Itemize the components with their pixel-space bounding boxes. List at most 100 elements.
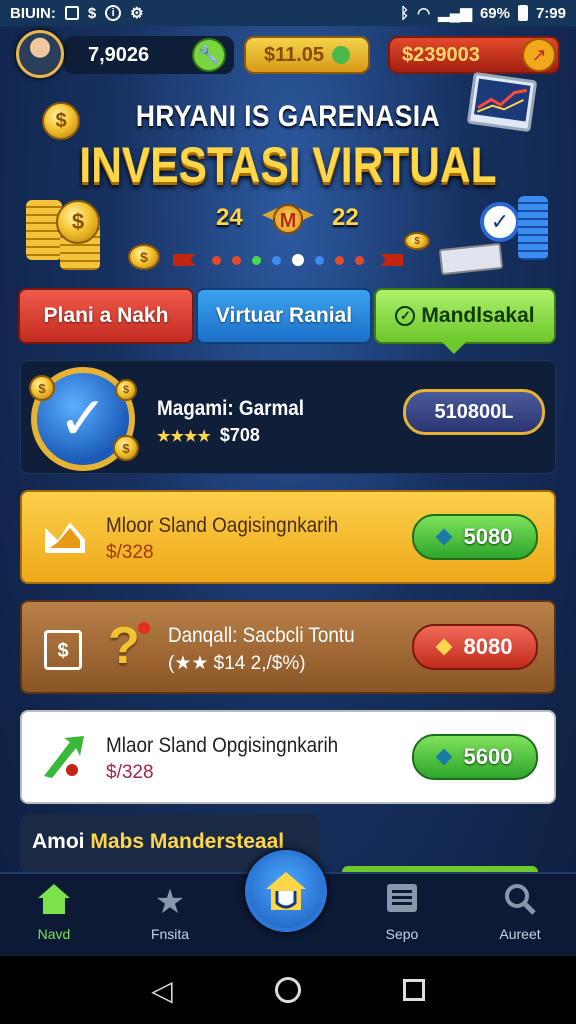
card-title: Mloor Sland Oagisingnkarih <box>106 514 339 537</box>
newspaper-icon <box>352 882 452 926</box>
home-icon <box>4 882 104 926</box>
center-home-button[interactable] <box>245 850 327 932</box>
chart-growth-icon <box>44 518 88 554</box>
carrier-text: BIUIN: <box>10 4 56 22</box>
question-mark-icon: ? <box>108 617 140 675</box>
tab-label: Virtuar Ranial <box>215 304 353 327</box>
wifi-icon: ◠ <box>417 5 431 22</box>
card-rating: ★★★★ $708 <box>157 425 260 446</box>
tab-label: Mandlsakal <box>421 304 535 327</box>
buy-button[interactable]: 5080 <box>412 514 538 560</box>
bottom-navigation: Navd ★ Fnsita Sepo Aureet <box>0 850 576 956</box>
buy-button-label: 8080 <box>463 634 513 659</box>
top-bar: 7,9026 🔧 $11.05 $239003 ↗ <box>14 30 562 78</box>
badge-letter: M <box>273 204 303 234</box>
rating-stars: ★★★★ <box>157 428 211 445</box>
balance-value: 7,9026 <box>88 43 150 66</box>
carousel-dots[interactable] <box>0 254 576 266</box>
card-price: (★★ $14 2,/$%) <box>168 653 306 674</box>
buy-button-label: 5600 <box>463 744 513 769</box>
back-icon[interactable]: ◁ <box>151 974 173 1007</box>
carousel-dot[interactable] <box>252 255 261 265</box>
card-title: Amoi Mabs Mandersteaal <box>32 830 284 854</box>
buy-button-label: 5080 <box>463 524 513 549</box>
nav-item-favorites[interactable]: ★ Fnsita <box>120 882 220 942</box>
coin-decoration-icon: $ <box>29 375 55 401</box>
add-coins-icon <box>332 46 351 64</box>
nav-item-search[interactable]: Aureet <box>470 882 570 942</box>
signal-icon: ▂▄▆ <box>438 5 472 22</box>
info-icon: i <box>105 5 122 21</box>
investment-card[interactable]: Mlaor Sland Opgisingnkarih $/328 5600 <box>20 710 556 804</box>
star-icon: ★ <box>154 883 186 921</box>
recents-icon[interactable] <box>402 979 425 1001</box>
category-tabs: Plani a Nakh Virtuar Ranial ✓ Mandlsakal <box>18 288 558 344</box>
battery-icon <box>517 5 528 21</box>
card-price: $708 <box>219 425 260 445</box>
green-arrow-icon <box>40 732 90 782</box>
app-screen: BIUIN: $ i ⚙ ᛒ ◠ ▂▄▆ 69% 7:99 7,9026 🔧 $… <box>0 0 576 1024</box>
banner-subtitle: HRYANI IS GARENASIA <box>135 100 441 133</box>
card-title-prefix: Amoi <box>32 830 85 853</box>
clock: 7:99 <box>535 4 566 22</box>
badge-left-number: 24 <box>216 204 243 231</box>
coin-decoration-icon: $ <box>404 232 430 250</box>
upgrade-arrow-button[interactable]: ↗ <box>522 38 556 72</box>
tab-mandlsakal[interactable]: ✓ Mandlsakal <box>374 288 556 344</box>
avatar[interactable] <box>16 30 64 78</box>
badge-right-number: 22 <box>332 204 359 231</box>
carousel-dot-active[interactable] <box>292 254 304 266</box>
badge-emblem-icon: M <box>262 198 314 240</box>
nav-item-news[interactable]: Sepo <box>352 882 452 942</box>
card-title: Mlaor Sland Opgisingnkarih <box>106 734 339 757</box>
battery-text: 69% <box>479 4 510 22</box>
blue-chip-stack-icon <box>518 196 548 260</box>
coins-pill[interactable]: $11.05 <box>244 36 370 74</box>
featured-investment-card[interactable]: ✓ $ $ $ Magami: Garmal ★★★★ $708 510800L <box>20 360 556 474</box>
status-bar: BIUIN: $ i ⚙ ᛒ ◠ ▂▄▆ 69% 7:99 <box>0 0 576 26</box>
carousel-dot[interactable] <box>315 255 324 265</box>
nav-label: Sepo <box>385 926 419 942</box>
gear-icon: ⚙ <box>130 5 144 22</box>
carousel-dot[interactable] <box>335 255 344 265</box>
invest-amount-button[interactable]: 510800L <box>403 389 545 435</box>
card-title-highlight: Mabs Mandersteaal <box>90 830 285 853</box>
gem-icon <box>435 638 453 656</box>
money-value: $239003 <box>402 43 480 66</box>
wrench-button[interactable]: 🔧 <box>192 38 226 72</box>
gem-icon <box>435 748 453 766</box>
tab-plani[interactable]: Plani a Nakh <box>18 288 194 344</box>
investment-card[interactable]: Mloor Sland Oagisingnkarih $/328 5080 <box>20 490 556 584</box>
banner-title: INVESTASI VIRTUAL <box>79 137 497 193</box>
active-tab-indicator <box>442 342 466 354</box>
buy-button[interactable]: 8080 <box>412 624 538 670</box>
red-ball-icon <box>138 622 150 634</box>
tab-label: Plani a Nakh <box>43 304 169 327</box>
buy-button[interactable]: 5600 <box>412 734 538 780</box>
investment-card[interactable]: $ ? Danqall: Sacbcli Tontu (★★ $14 2,/$%… <box>20 600 556 694</box>
system-navigation-bar: ◁ <box>0 956 576 1024</box>
shopping-bag-icon: $ <box>44 630 82 670</box>
tab-virtuar[interactable]: Virtuar Ranial <box>196 288 372 344</box>
search-icon <box>470 882 570 926</box>
card-price: $/328 <box>106 762 154 783</box>
check-circle-icon: ✓ <box>395 306 416 326</box>
coins-value: $11.05 <box>263 43 325 66</box>
bluetooth-icon: ᛒ <box>400 4 410 22</box>
nav-item-home[interactable]: Navd <box>4 882 104 942</box>
card-title: Danqall: Sacbcli Tontu <box>168 624 355 647</box>
dollar-icon: $ <box>87 4 97 22</box>
nav-label: Aureet <box>499 926 541 942</box>
carousel-dot[interactable] <box>212 255 221 265</box>
coin-decoration-icon: $ <box>56 200 100 244</box>
home-circle-icon[interactable] <box>274 977 301 1003</box>
nav-label: Fnsita <box>150 926 190 942</box>
carousel-dot[interactable] <box>355 255 364 265</box>
coin-decoration-icon: $ <box>113 435 139 461</box>
carousel-dot[interactable] <box>232 255 241 265</box>
carousel-dot[interactable] <box>272 255 281 265</box>
gem-icon <box>435 528 453 546</box>
card-price: $/328 <box>106 542 154 563</box>
card-title: Magami: Garmal <box>157 397 305 420</box>
ribbon-left-icon <box>173 254 195 266</box>
